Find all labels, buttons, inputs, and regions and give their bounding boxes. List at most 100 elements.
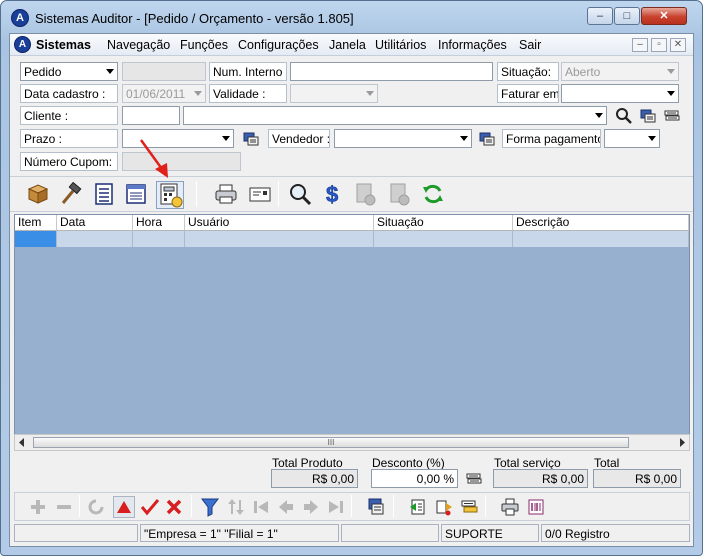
column-header-usuario[interactable]: Usuário: [185, 215, 374, 231]
document-list-icon[interactable]: [92, 182, 116, 206]
title-bar[interactable]: A Sistemas Auditor - [Pedido / Orçamento…: [1, 1, 702, 33]
navigator-separator: [485, 495, 486, 517]
desconto-input[interactable]: 0,00 %: [371, 469, 458, 488]
total-servico-value: R$ 0,00: [493, 469, 588, 488]
cancel-x-icon[interactable]: [165, 498, 183, 516]
document-lock-icon: [353, 182, 377, 206]
column-header-descricao[interactable]: Descrição: [513, 215, 689, 231]
list-stack-icon[interactable]: [461, 498, 479, 516]
chevron-down-icon: [222, 136, 230, 141]
chevron-down-icon: [194, 91, 202, 96]
import-icon[interactable]: [409, 498, 427, 516]
grid-cell[interactable]: [374, 231, 513, 247]
window-title: Sistemas Auditor - [Pedido / Orçamento -…: [35, 11, 354, 26]
vendedor-select[interactable]: [334, 129, 472, 148]
document-lock-icon: [387, 182, 411, 206]
document-view-icon[interactable]: [124, 182, 148, 206]
scroll-right-icon[interactable]: [678, 438, 686, 447]
data-cadastro-value: 01/06/2011: [126, 87, 186, 101]
grid-cell[interactable]: [185, 231, 374, 247]
envelope-icon[interactable]: [248, 182, 272, 206]
menu-funcoes[interactable]: Funções: [180, 38, 228, 52]
horizontal-scrollbar[interactable]: III: [14, 434, 690, 451]
items-grid[interactable]: Item Data Hora Usuário Situação Descriçã…: [14, 214, 690, 451]
chevron-down-icon: [667, 69, 675, 74]
column-header-hora[interactable]: Hora: [133, 215, 185, 231]
menu-app-icon[interactable]: A: [14, 36, 31, 53]
tipo-value: Pedido: [24, 65, 62, 79]
mdi-close-button[interactable]: ✕: [670, 38, 686, 52]
scroll-thumb[interactable]: III: [33, 437, 629, 448]
filter-funnel-icon[interactable]: [201, 497, 219, 517]
total-produto-value: R$ 0,00: [271, 469, 358, 488]
grid-view-icon[interactable]: [367, 498, 385, 516]
navigator-separator: [191, 495, 192, 517]
close-button[interactable]: ✕: [641, 7, 687, 25]
data-cadastro-label: Data cadastro :: [20, 84, 118, 103]
grid-cell[interactable]: [513, 231, 689, 247]
grid-cell[interactable]: [133, 231, 185, 247]
mdi-minimize-button[interactable]: –: [632, 38, 648, 52]
column-header-situacao[interactable]: Situação: [374, 215, 513, 231]
num-interno-input[interactable]: [290, 62, 493, 81]
situacao-select: Aberto: [561, 62, 679, 81]
pedido-number-field: [122, 62, 206, 81]
printer-icon[interactable]: [214, 182, 238, 206]
cliente-list-icon[interactable]: [640, 108, 656, 124]
calculator-document-icon[interactable]: [156, 181, 184, 209]
cliente-stack-icon[interactable]: [664, 108, 680, 124]
column-header-item[interactable]: Item: [15, 215, 57, 231]
box-icon[interactable]: [26, 182, 50, 206]
chevron-down-icon: [460, 136, 468, 141]
status-bar: "Empresa = 1" "Filial = 1" SUPORTE 0/0 R…: [14, 524, 690, 542]
main-toolbar: $: [10, 176, 693, 212]
scroll-left-icon[interactable]: [18, 438, 26, 447]
menu-sistemas[interactable]: Sistemas: [36, 38, 91, 52]
maximize-button[interactable]: □: [614, 7, 640, 25]
faturar-em-label: Faturar em:: [497, 84, 559, 103]
cliente-label: Cliente :: [20, 106, 118, 125]
post-check-icon[interactable]: [140, 498, 160, 516]
next-record-icon: [302, 498, 320, 516]
menu-informacoes[interactable]: Informações: [438, 38, 507, 52]
numero-cupom-label: Número Cupom:: [20, 152, 118, 171]
chevron-down-icon: [648, 136, 656, 141]
edit-icon: [87, 498, 105, 516]
menu-navegacao[interactable]: Navegação: [107, 38, 170, 52]
mdi-restore-button[interactable]: ▫: [651, 38, 667, 52]
sort-icon: [227, 498, 245, 516]
remove-icon: [55, 498, 73, 516]
selected-cell[interactable]: [15, 231, 57, 247]
menu-configuracoes[interactable]: Configurações: [238, 38, 319, 52]
prior-warning-button[interactable]: [113, 496, 135, 518]
dollar-icon[interactable]: $: [321, 182, 345, 206]
status-cell-1: [14, 524, 138, 542]
grid-cell[interactable]: [57, 231, 133, 247]
add-icon: [29, 498, 47, 516]
tipo-select[interactable]: Pedido: [20, 62, 118, 81]
validade-select: [290, 84, 378, 103]
column-header-data[interactable]: Data: [57, 215, 133, 231]
magnifier-icon[interactable]: [288, 182, 312, 206]
cliente-code-input[interactable]: [122, 106, 180, 125]
hammer-icon[interactable]: [58, 182, 82, 206]
minimize-button[interactable]: –: [587, 7, 613, 25]
menu-janela[interactable]: Janela: [329, 38, 366, 52]
menu-sair[interactable]: Sair: [519, 38, 541, 52]
faturar-em-select[interactable]: [561, 84, 679, 103]
vendedor-list-icon[interactable]: [479, 131, 495, 147]
prazo-list-icon[interactable]: [243, 131, 259, 147]
report-barcode-icon[interactable]: [527, 498, 545, 516]
search-icon[interactable]: [615, 107, 633, 125]
desconto-stack-icon[interactable]: [466, 471, 482, 487]
cliente-name-select[interactable]: [183, 106, 607, 125]
print-icon[interactable]: [501, 498, 519, 516]
refresh-icon[interactable]: [421, 182, 445, 206]
status-cell-3: [341, 524, 439, 542]
prazo-label: Prazo :: [20, 129, 118, 148]
forma-pagamento-select[interactable]: [604, 129, 660, 148]
record-navigator: [14, 492, 690, 521]
navigator-separator: [351, 495, 352, 517]
menu-utilitarios[interactable]: Utilitários: [375, 38, 426, 52]
export-icon[interactable]: [435, 498, 453, 516]
